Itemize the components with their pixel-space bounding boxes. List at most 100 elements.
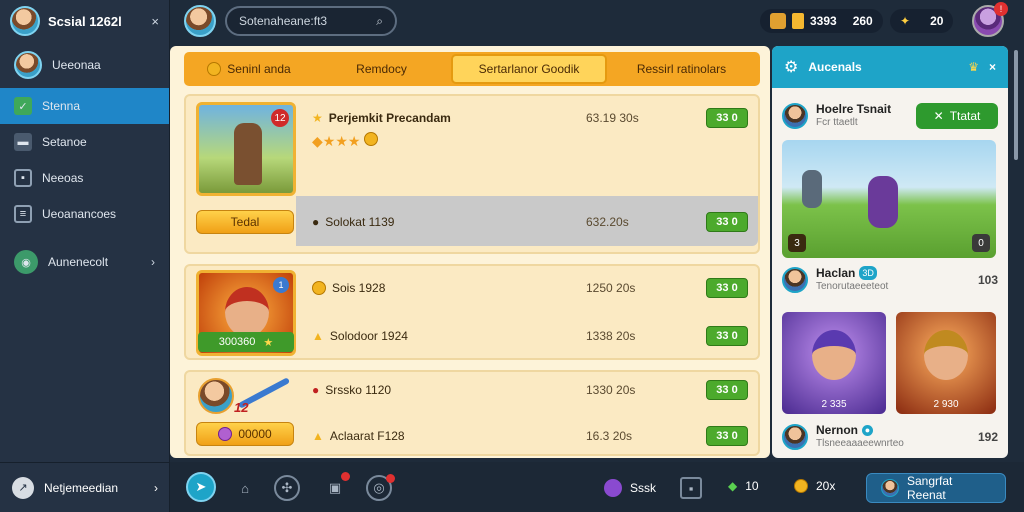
list-icon: ≡ xyxy=(14,205,32,223)
avatar xyxy=(881,479,899,497)
play-icon[interactable]: ➤ xyxy=(186,472,216,502)
tab-label: Sertarlanor Goodik xyxy=(478,62,580,76)
claim-button[interactable]: 33 0 xyxy=(706,326,748,346)
table-row[interactable]: ▲ Solodoor 1924 1338 20s 33 0 xyxy=(312,320,748,352)
settings-icon: ↗ xyxy=(12,476,34,499)
scrollbar[interactable] xyxy=(1014,50,1018,160)
right-panel: ⚙ Aucenals ♛ × Hoelre Tsnait Fcr ttaetlt… xyxy=(772,46,1008,458)
row-title: Solokat 1139 xyxy=(325,215,395,229)
coin-button-label: 00000 xyxy=(238,427,272,441)
resource-gold: 3393 260 xyxy=(760,9,883,33)
portrait-label[interactable]: 300360 ★ xyxy=(198,332,294,352)
coin-button[interactable]: 00000 xyxy=(196,422,294,446)
stat-label: Sssk xyxy=(630,481,657,495)
inventory-icon[interactable]: ▪ xyxy=(680,477,702,499)
app-title: Scsial 1262l xyxy=(48,13,122,29)
user-row[interactable]: Hoelre Tsnait Fcr ttaetlt ✕ Ttatat xyxy=(782,98,998,134)
row-title: Solodoor 1924 xyxy=(329,329,408,343)
check-icon: ✕ xyxy=(933,109,944,123)
user-avatar[interactable] xyxy=(184,5,216,37)
claim-button[interactable]: 33 0 xyxy=(706,426,748,446)
portrait-label-text: 300360 xyxy=(218,336,256,348)
avatar xyxy=(782,267,808,293)
hero-figure xyxy=(234,123,262,185)
claim-button[interactable]: 33 0 xyxy=(706,108,748,128)
sidebar-item-label: Stenna xyxy=(42,99,81,113)
hero-portrait[interactable]: 12 xyxy=(196,102,296,196)
star-icon: ★ xyxy=(263,336,274,349)
compass-icon[interactable]: ✣ xyxy=(274,475,300,501)
tab-label: Seninl anda xyxy=(227,62,291,76)
row-time: 16.3 20s xyxy=(586,429,633,443)
sidebar-item-stenna[interactable]: ✓ Stenna xyxy=(0,88,169,124)
user-sub: Tenorutaeeeteot xyxy=(816,281,889,292)
coin-icon xyxy=(794,479,808,493)
tab-label: Ressirl ratinolars xyxy=(636,62,727,76)
user-count: 192 xyxy=(977,430,998,444)
stat-sssk: Sssk xyxy=(604,479,656,497)
search-input[interactable]: Sotenaheane:ft3 ⌕ xyxy=(225,6,397,36)
table-row[interactable]: ● Srssko 1120 1330 20s 33 0 xyxy=(312,374,748,406)
sidebar-footer[interactable]: ↗ Netjemeedian › xyxy=(0,462,170,512)
energy-value: 20 xyxy=(930,14,944,28)
gold-value: 3393 xyxy=(810,14,837,28)
sidebar-item-setanoe[interactable]: ▬ Setanoe xyxy=(0,124,169,160)
sidebar-header: Scsial 1262l × xyxy=(0,0,169,42)
claim-button[interactable]: 33 0 xyxy=(706,212,748,232)
profile-button[interactable]: Sangrfat Reenat xyxy=(866,473,1006,503)
hero-tile-warrior[interactable]: 2 930 xyxy=(896,312,996,414)
hero-head xyxy=(924,330,968,380)
hero-avatar[interactable] xyxy=(198,378,234,414)
gem-icon xyxy=(218,427,233,441)
user-row[interactable]: Haclan 3D Tenorutaeeeteot 103 xyxy=(782,262,998,298)
table-row[interactable]: ● Solokat 1139 632.20s 33 0 xyxy=(312,206,748,238)
row-title: Aclaarat F128 xyxy=(329,429,405,443)
sidebar-item-ueoanancoes[interactable]: ≡ Ueoanancoes xyxy=(0,196,169,232)
crown-icon: ♛ xyxy=(968,60,979,74)
coin-icon xyxy=(364,132,379,146)
battle-scene[interactable]: 3 0 xyxy=(782,140,996,258)
bomb-icon: ● xyxy=(312,215,320,229)
bolt-icon: ✦ xyxy=(900,14,911,28)
user-sub: Fcr ttaetlt xyxy=(816,117,858,128)
search-text: Sotenaheane:ft3 xyxy=(239,14,328,28)
medal-icon xyxy=(312,281,326,295)
claim-button[interactable]: 33 0 xyxy=(706,380,748,400)
table-row[interactable]: ★ Perjemkit Precandam 63.19 30s 33 0 xyxy=(312,102,748,134)
chat-icon: ▬ xyxy=(14,133,32,151)
right-panel-header: ⚙ Aucenals ♛ × xyxy=(772,46,1008,88)
tab-ressirl-ratinolars[interactable]: Ressirl ratinolars xyxy=(609,54,754,84)
avatar xyxy=(782,424,808,450)
tab-seninl-anda[interactable]: Seninl anda xyxy=(184,54,314,84)
sidebar-item-label: Aunenecolt xyxy=(48,255,109,269)
tedal-button[interactable]: Tedal xyxy=(196,210,294,234)
resource-energy: ✦ 20 xyxy=(890,9,954,33)
sidebar-item-aunenecolt[interactable]: ◉ Aunenecolt › xyxy=(0,244,169,280)
follow-button[interactable]: ✕ Ttatat xyxy=(916,103,998,129)
table-row[interactable]: ▲ Aclaarat F128 16.3 20s 33 0 xyxy=(312,420,748,452)
user-name: Hoelre Tsnait xyxy=(816,102,892,116)
user-row[interactable]: Nernon ● Tlsneeaaaeewnrteo 192 xyxy=(782,420,998,454)
sidebar-profile[interactable]: Ueeonaa xyxy=(0,42,169,88)
alert-badge xyxy=(341,472,350,481)
star-icon: ◆★★★ xyxy=(312,133,361,149)
home-icon[interactable]: ⌂ xyxy=(232,475,258,501)
user-name: Nernon xyxy=(816,423,858,437)
tab-sertarlanor-goodik[interactable]: Sertarlanor Goodik xyxy=(451,54,607,84)
tab-remdocy[interactable]: Remdocy xyxy=(314,54,449,84)
avatar[interactable] xyxy=(10,6,40,36)
gold-value-secondary: 260 xyxy=(852,14,873,28)
stat-coins: 20x xyxy=(794,479,835,493)
hero-tile-wizard[interactable]: 2 335 xyxy=(782,312,886,414)
table-row[interactable]: Sois 1928 1250 20s 33 0 xyxy=(312,272,748,304)
close-icon[interactable]: × xyxy=(151,14,159,29)
sidebar-item-neeoas[interactable]: ▪ Neeoas xyxy=(0,160,169,196)
trophy-icon: ★ xyxy=(312,111,323,125)
hero-icon xyxy=(770,13,786,29)
claim-button[interactable]: 33 0 xyxy=(706,278,748,298)
portrait-badge: 12 xyxy=(234,400,249,415)
rating-stars: ◆★★★ xyxy=(312,132,379,150)
close-icon[interactable]: × xyxy=(989,60,996,74)
follow-button-label: Ttatat xyxy=(949,109,981,123)
row-time: 1338 20s xyxy=(586,329,636,343)
